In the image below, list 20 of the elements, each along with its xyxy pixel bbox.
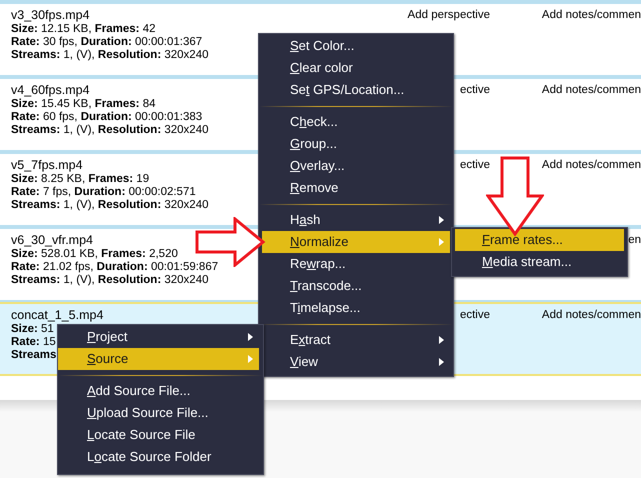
file-detail: Size: 528.01 KB, Frames: 2,520 xyxy=(11,248,178,261)
file-detail: Streams: 1, (V), Resolution: 320x240 xyxy=(11,274,208,287)
file-detail: Rate: 21.02 fps, Duration: 00:01:59:867 xyxy=(11,261,218,274)
file-detail: Streams xyxy=(11,349,56,362)
file-name: concat_1_5.mp4 xyxy=(11,307,104,323)
file-detail: Rate: 60 fps, Duration: 00:00:01:383 xyxy=(11,111,202,124)
file-name: v6_30_vfr.mp4 xyxy=(11,232,93,248)
file-detail: Size: 12.15 KB, Frames: 42 xyxy=(11,23,156,36)
file-detail: Size: 8.25 KB, Frames: 19 xyxy=(11,173,150,186)
file-detail: Rate: 7 fps, Duration: 00:00:02:571 xyxy=(11,186,196,199)
file-detail: Rate: 15 xyxy=(11,336,56,349)
file-detail: Size: 51 xyxy=(11,323,54,336)
file-detail: Streams: 1, (V), Resolution: 320x240 xyxy=(11,49,208,62)
file-name: v4_60fps.mp4 xyxy=(11,82,90,98)
file-detail: Streams: 1, (V), Resolution: 320x240 xyxy=(11,124,208,137)
file-detail: Size: 15.45 KB, Frames: 84 xyxy=(11,98,156,111)
file-detail: Rate: 30 fps, Duration: 00:00:01:367 xyxy=(11,36,202,49)
file-detail: Streams: 1, (V), Resolution: 320x240 xyxy=(11,199,208,212)
file-name: v3_30fps.mp4 xyxy=(11,7,90,23)
file-name: v5_7fps.mp4 xyxy=(11,157,83,173)
